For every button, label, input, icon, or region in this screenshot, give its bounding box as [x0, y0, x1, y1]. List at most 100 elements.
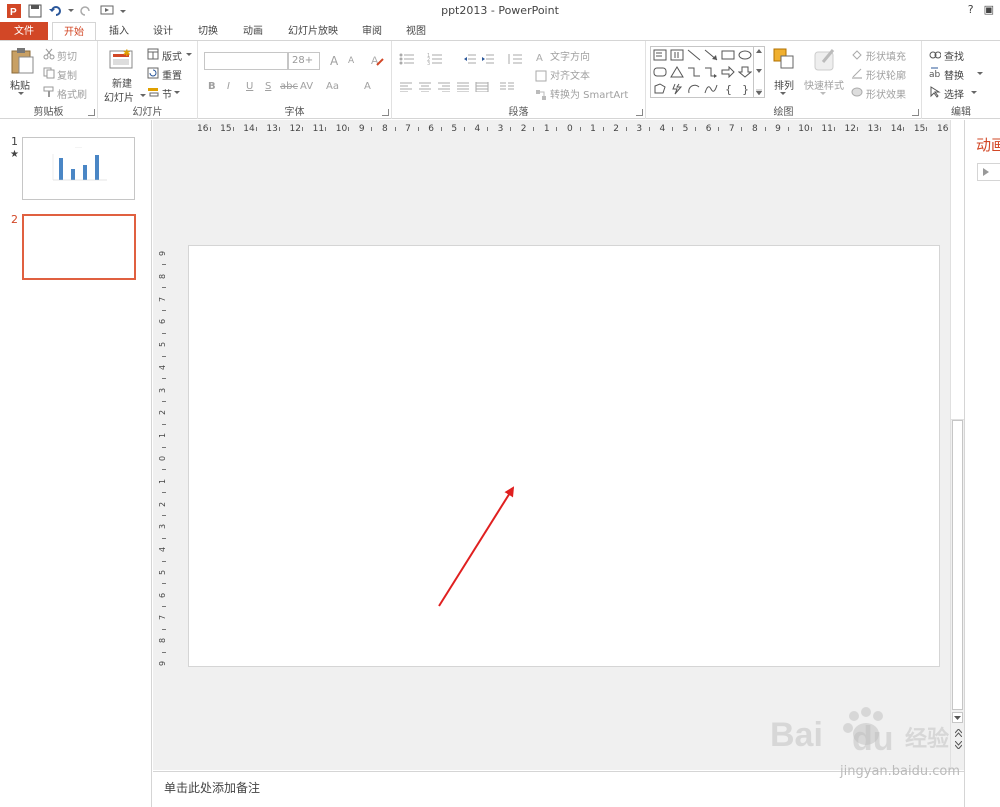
align-center-icon[interactable]	[417, 81, 433, 93]
horizontal-ruler[interactable]: 16 15 14 13 12 11 10 9 8 7 6 5 4 3 2 1 0 1 2 3 4 5 6 7 8 9 10 11 12 1…	[193, 124, 948, 136]
convert-smartart-button[interactable]: 转换为 SmartArt	[550, 86, 628, 101]
clipboard-dialog-launcher-icon[interactable]	[88, 109, 95, 116]
new-slide-label-top[interactable]: 新建	[112, 75, 132, 90]
tab-home[interactable]: 开始	[52, 22, 96, 41]
arrange-icon[interactable]	[772, 47, 796, 71]
triangle-shape-icon[interactable]	[668, 64, 685, 80]
elbow-connector-shape-icon[interactable]	[685, 64, 702, 80]
change-case-button[interactable]: Aa	[326, 81, 339, 92]
align-text-button[interactable]: 对齐文本	[550, 67, 590, 82]
arrange-button[interactable]: 排列	[774, 77, 794, 92]
scrollbar-track-upper[interactable]	[951, 120, 964, 420]
curve-shape-icon[interactable]	[702, 81, 719, 97]
font-name-combo[interactable]	[204, 52, 288, 70]
justify-icon[interactable]	[455, 81, 471, 93]
quick-styles-icon[interactable]	[812, 47, 838, 73]
ribbon-display-options-button[interactable]: ▣	[984, 3, 994, 16]
font-size-combo[interactable]: 28+	[288, 52, 320, 70]
select-button[interactable]: 选择	[944, 86, 964, 101]
slide-2-thumbnail[interactable]	[22, 214, 136, 280]
bold-button[interactable]: B	[208, 81, 216, 92]
paste-button[interactable]: 粘贴	[10, 77, 30, 92]
find-button[interactable]: 查找	[944, 48, 964, 63]
slide-canvas[interactable]	[188, 245, 940, 667]
distributed-icon[interactable]	[474, 81, 490, 93]
paste-icon[interactable]	[8, 47, 36, 75]
scrollbar-thumb[interactable]	[952, 420, 963, 710]
replace-dropdown-icon[interactable]	[977, 71, 983, 77]
tab-insert[interactable]: 插入	[100, 22, 138, 41]
align-right-icon[interactable]	[436, 81, 452, 93]
shapes-gallery[interactable]: { }	[650, 46, 754, 98]
arc-shape-icon[interactable]	[685, 81, 702, 97]
tab-slideshow[interactable]: 幻灯片放映	[280, 22, 346, 41]
shape-outline-button[interactable]: 形状轮廓	[866, 67, 906, 82]
tab-design[interactable]: 设计	[144, 22, 182, 41]
down-arrow-shape-icon[interactable]	[736, 64, 753, 80]
line-shape-icon[interactable]	[685, 47, 702, 63]
cut-button[interactable]: 剪切	[57, 48, 77, 63]
shapes-gallery-scroll[interactable]	[754, 46, 765, 98]
font-dialog-launcher-icon[interactable]	[382, 109, 389, 116]
tab-transitions[interactable]: 切换	[188, 22, 228, 41]
rectangle-shape-icon[interactable]	[719, 47, 736, 63]
reset-button[interactable]: 重置	[162, 67, 182, 82]
line-spacing-icon[interactable]	[506, 51, 524, 67]
italic-button[interactable]: I	[227, 81, 230, 92]
rounded-rectangle-shape-icon[interactable]	[651, 64, 668, 80]
tab-view[interactable]: 视图	[396, 22, 436, 41]
numbering-icon[interactable]: 123	[426, 52, 444, 66]
tab-review[interactable]: 审阅	[352, 22, 392, 41]
shadow-button[interactable]: S	[265, 81, 271, 92]
character-spacing-button[interactable]: AV	[300, 81, 313, 92]
layout-dropdown-icon[interactable]	[186, 52, 192, 58]
increase-indent-icon[interactable]	[480, 52, 496, 66]
notes-placeholder[interactable]: 单击此处添加备注	[164, 779, 260, 796]
slide-1-thumbnail[interactable]: ·······	[22, 137, 135, 200]
paragraph-dialog-launcher-icon[interactable]	[636, 109, 643, 116]
shape-fill-button[interactable]: 形状填充	[866, 48, 906, 63]
tab-file[interactable]: 文件	[0, 22, 48, 41]
columns-icon[interactable]	[498, 81, 516, 93]
arrange-dropdown-icon[interactable]	[780, 91, 786, 97]
oval-shape-icon[interactable]	[736, 47, 753, 63]
font-color-button[interactable]: A	[364, 81, 371, 92]
replace-button[interactable]: 替换	[944, 67, 964, 82]
quick-styles-dropdown-icon[interactable]	[820, 91, 826, 97]
play-button[interactable]	[977, 163, 1000, 181]
lightning-shape-icon[interactable]	[668, 81, 685, 97]
vertical-textbox-shape-icon[interactable]	[668, 47, 685, 63]
vertical-ruler[interactable]: 9 8 7 6 5 4 3 2 1 0 1 2 3 4 5 6 7 8 9	[158, 247, 170, 667]
arrow-line-shape-icon[interactable]	[702, 47, 719, 63]
section-button[interactable]: 节	[162, 86, 172, 101]
left-brace-shape-icon[interactable]: {	[719, 81, 736, 97]
copy-button[interactable]: 复制	[57, 67, 77, 82]
paste-dropdown-icon[interactable]	[17, 91, 25, 97]
elbow-arrow-shape-icon[interactable]	[702, 64, 719, 80]
shrink-font-button[interactable]: A	[348, 56, 354, 66]
new-slide-label-bottom[interactable]: 幻灯片	[104, 89, 134, 104]
underline-button[interactable]: U	[246, 81, 253, 92]
text-direction-button[interactable]: 文字方向	[550, 48, 590, 63]
section-dropdown-icon[interactable]	[174, 90, 180, 96]
bullets-icon[interactable]	[398, 52, 416, 66]
grow-font-button[interactable]: A	[330, 54, 338, 68]
right-brace-shape-icon[interactable]: }	[736, 81, 753, 97]
clear-formatting-icon[interactable]: A	[370, 53, 384, 67]
quick-styles-button[interactable]: 快速样式	[804, 77, 844, 92]
decrease-indent-icon[interactable]	[462, 52, 478, 66]
format-painter-button[interactable]: 格式刷	[57, 86, 87, 101]
shape-effects-button[interactable]: 形状效果	[866, 86, 906, 101]
help-button[interactable]: ?	[968, 3, 974, 16]
select-dropdown-icon[interactable]	[971, 90, 977, 96]
tab-animations[interactable]: 动画	[233, 22, 273, 41]
new-slide-icon[interactable]: ✱	[108, 47, 134, 71]
vertical-scrollbar[interactable]	[950, 120, 964, 770]
align-left-icon[interactable]	[398, 81, 414, 93]
freeform-shape-icon[interactable]	[651, 81, 668, 97]
textbox-shape-icon[interactable]	[651, 47, 668, 63]
right-arrow-shape-icon[interactable]	[719, 64, 736, 80]
strikethrough-button[interactable]: abc	[280, 81, 298, 92]
layout-button[interactable]: 版式	[162, 48, 182, 63]
drawing-dialog-launcher-icon[interactable]	[912, 109, 919, 116]
